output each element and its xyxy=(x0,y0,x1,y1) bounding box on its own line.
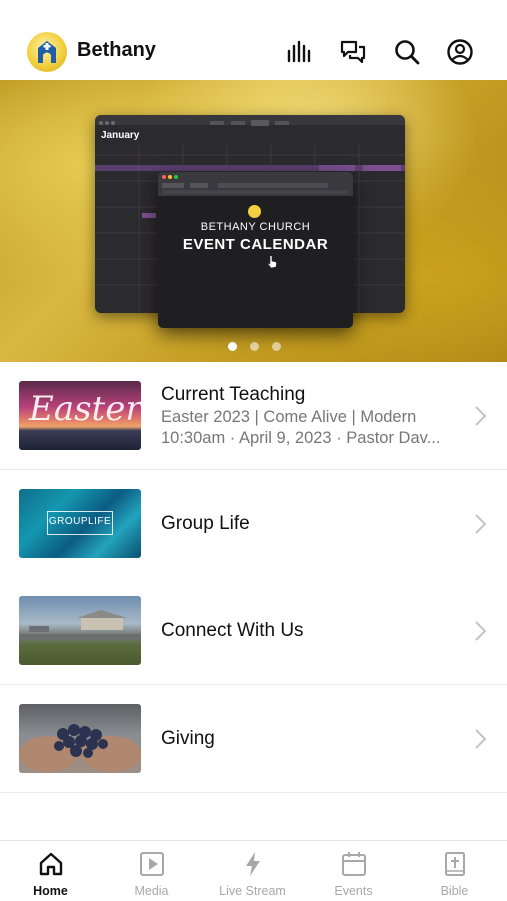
giving-thumbnail xyxy=(19,704,141,773)
search-icon[interactable] xyxy=(393,38,421,66)
list-item-group-life[interactable]: GROUPLIFE Group Life xyxy=(0,470,507,578)
chevron-right-icon xyxy=(475,729,487,749)
row-subtitle: 10:30am · April 9, 2023 · Pastor Dav... xyxy=(161,429,441,447)
thumbnail-text: GROUPLIFE xyxy=(48,516,112,527)
tab-media[interactable]: Media xyxy=(101,841,202,901)
row-title: Current Teaching xyxy=(161,384,306,405)
church-building-thumbnail xyxy=(19,596,141,665)
calendar-icon xyxy=(342,852,366,876)
carousel-dot[interactable] xyxy=(272,342,281,351)
tab-events[interactable]: Events xyxy=(303,841,404,901)
home-icon xyxy=(39,852,63,876)
calendar-month: January xyxy=(101,130,140,141)
event-calendar-popup-graphic: BETHANY CHURCH EVENT CALENDAR xyxy=(158,172,353,328)
tab-home[interactable]: Home xyxy=(0,841,101,901)
tab-live-stream[interactable]: Live Stream xyxy=(202,841,303,901)
list-item-giving[interactable]: Giving xyxy=(0,685,507,793)
lightning-icon xyxy=(246,852,260,876)
media-icon xyxy=(140,852,164,876)
carousel-dot[interactable] xyxy=(228,342,237,351)
cursor-icon xyxy=(267,255,277,269)
bible-icon xyxy=(445,852,465,876)
account-icon[interactable] xyxy=(446,38,474,66)
calendar-toolbar xyxy=(95,115,405,126)
row-title: Giving xyxy=(161,728,215,749)
chevron-right-icon xyxy=(475,406,487,426)
podcast-icon[interactable] xyxy=(285,38,313,66)
row-title: Connect With Us xyxy=(161,620,304,641)
chat-icon[interactable] xyxy=(339,38,367,66)
app-title: Bethany xyxy=(77,39,156,61)
group-life-thumbnail: GROUPLIFE xyxy=(19,489,141,558)
popup-toolbar xyxy=(158,172,353,196)
church-logo[interactable] xyxy=(27,32,67,72)
tab-bible[interactable]: Bible xyxy=(404,841,505,901)
popup-logo xyxy=(248,205,261,218)
app-header: Bethany xyxy=(0,0,507,80)
chevron-right-icon xyxy=(475,514,487,534)
slide-title-line2: EVENT CALENDAR xyxy=(182,236,329,253)
chevron-right-icon xyxy=(475,621,487,641)
easter-thumbnail: Easter xyxy=(19,381,141,450)
tab-label: Media xyxy=(134,884,169,898)
carousel-dots xyxy=(0,342,507,352)
thumbnail-text: Easter xyxy=(29,389,141,429)
list-item-current-teaching[interactable]: Easter Current Teaching Easter 2023 | Co… xyxy=(0,362,507,470)
row-subtitle: Easter 2023 | Come Alive | Modern xyxy=(161,408,417,426)
tab-label: Bible xyxy=(440,884,469,898)
hero-carousel[interactable]: January BETHANY CHURCH EVENT CALENDAR xyxy=(0,80,507,362)
row-title: Group Life xyxy=(161,513,250,534)
tab-label: Events xyxy=(334,884,373,898)
slide-title-line1: BETHANY CHURCH xyxy=(200,221,311,233)
tab-label: Home xyxy=(33,884,68,898)
list-item-connect-with-us[interactable]: Connect With Us xyxy=(0,577,507,685)
bottom-tab-bar: Home Media Live Stream Events Bible xyxy=(0,840,507,901)
carousel-dot[interactable] xyxy=(250,342,259,351)
tab-label: Live Stream xyxy=(219,884,286,898)
